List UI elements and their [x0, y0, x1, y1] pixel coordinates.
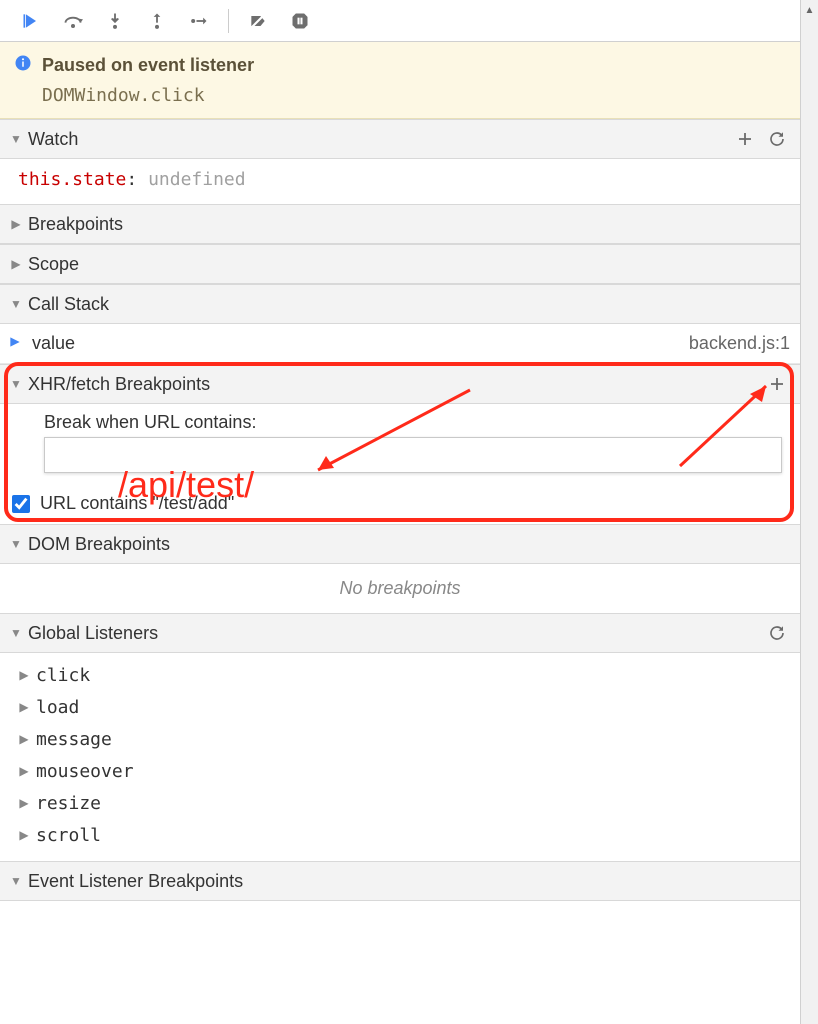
event-listener-breakpoints-section-header[interactable]: ▼ Event Listener Breakpoints — [0, 861, 800, 901]
watch-body: this.state: undefined — [0, 159, 800, 204]
current-frame-icon — [8, 333, 22, 354]
debugger-toolbar — [0, 0, 800, 42]
toolbar-separator — [228, 9, 229, 33]
expand-icon: ▶ — [18, 732, 30, 746]
listener-name: mouseover — [36, 761, 134, 782]
global-listeners-title: Global Listeners — [28, 623, 158, 644]
deactivate-breakpoints-button[interactable] — [237, 0, 279, 42]
event-listener-breakpoints-title: Event Listener Breakpoints — [28, 871, 243, 892]
expand-icon: ▶ — [10, 257, 22, 271]
listener-item[interactable]: ▶ mouseover — [18, 755, 800, 787]
paused-subtitle: DOMWindow.click — [42, 85, 786, 106]
expand-icon: ▶ — [18, 700, 30, 714]
scope-section-header[interactable]: ▶ Scope — [0, 244, 800, 284]
add-xhr-breakpoint-button[interactable] — [764, 371, 790, 397]
collapse-icon: ▼ — [10, 874, 22, 888]
scope-title: Scope — [28, 254, 79, 275]
expand-icon: ▶ — [18, 668, 30, 682]
frame-name: value — [32, 333, 689, 354]
paused-title: Paused on event listener — [42, 55, 254, 76]
scroll-up-icon[interactable]: ▲ — [801, 0, 818, 20]
collapse-icon: ▼ — [10, 537, 22, 551]
collapse-icon: ▼ — [10, 132, 22, 146]
listener-item[interactable]: ▶ click — [18, 659, 800, 691]
frame-location[interactable]: backend.js:1 — [689, 333, 790, 354]
listener-name: load — [36, 697, 79, 718]
listener-name: message — [36, 729, 112, 750]
listener-name: click — [36, 665, 90, 686]
watch-value: undefined — [148, 169, 246, 190]
pause-exceptions-button[interactable] — [279, 0, 321, 42]
paused-banner: Paused on event listener DOMWindow.click — [0, 42, 800, 119]
step-button[interactable] — [178, 0, 220, 42]
dom-breakpoints-title: DOM Breakpoints — [28, 534, 170, 555]
refresh-listeners-button[interactable] — [764, 620, 790, 646]
collapse-icon: ▼ — [10, 377, 22, 391]
listener-item[interactable]: ▶ load — [18, 691, 800, 723]
xhr-title: XHR/fetch Breakpoints — [28, 374, 210, 395]
xhr-section-header[interactable]: ▼ XHR/fetch Breakpoints — [0, 364, 800, 404]
expand-icon: ▶ — [18, 796, 30, 810]
breakpoints-title: Breakpoints — [28, 214, 123, 235]
info-icon — [14, 54, 32, 77]
listener-name: scroll — [36, 825, 101, 846]
callstack-section-header[interactable]: ▼ Call Stack — [0, 284, 800, 324]
xhr-breakpoint-checkbox[interactable] — [12, 495, 30, 513]
xhr-url-input[interactable] — [44, 437, 782, 473]
xhr-input-label: Break when URL contains: — [44, 412, 782, 433]
xhr-area: ▼ XHR/fetch Breakpoints Break when URL c… — [0, 364, 800, 524]
collapse-icon: ▼ — [10, 297, 22, 311]
step-into-button[interactable] — [94, 0, 136, 42]
dom-breakpoints-empty: No breakpoints — [0, 564, 800, 613]
step-out-button[interactable] — [136, 0, 178, 42]
watch-section-header[interactable]: ▼ Watch — [0, 119, 800, 159]
listener-item[interactable]: ▶ resize — [18, 787, 800, 819]
watch-title: Watch — [28, 129, 78, 150]
expand-icon: ▶ — [10, 217, 22, 231]
xhr-body: Break when URL contains: — [0, 404, 800, 487]
step-over-button[interactable] — [52, 0, 94, 42]
collapse-icon: ▼ — [10, 626, 22, 640]
resume-button[interactable] — [10, 0, 52, 42]
expand-icon: ▶ — [18, 828, 30, 842]
watch-expression[interactable]: this.state — [18, 169, 126, 190]
callstack-frame[interactable]: value backend.js:1 — [0, 324, 800, 364]
global-listeners-list: ▶ click ▶ load ▶ message ▶ mouseover ▶ resize ▶ scr… — [0, 653, 800, 861]
xhr-breakpoint-label: URL contains "/test/add" — [40, 493, 234, 514]
add-watch-button[interactable] — [732, 126, 758, 152]
scrollbar[interactable]: ▲ — [801, 0, 818, 1024]
listener-name: resize — [36, 793, 101, 814]
callstack-title: Call Stack — [28, 294, 109, 315]
expand-icon: ▶ — [18, 764, 30, 778]
dom-breakpoints-section-header[interactable]: ▼ DOM Breakpoints — [0, 524, 800, 564]
breakpoints-section-header[interactable]: ▶ Breakpoints — [0, 204, 800, 244]
listener-item[interactable]: ▶ message — [18, 723, 800, 755]
listener-item[interactable]: ▶ scroll — [18, 819, 800, 851]
refresh-watch-button[interactable] — [764, 126, 790, 152]
global-listeners-section-header[interactable]: ▼ Global Listeners — [0, 613, 800, 653]
xhr-breakpoint-item[interactable]: URL contains "/test/add" — [0, 487, 800, 524]
